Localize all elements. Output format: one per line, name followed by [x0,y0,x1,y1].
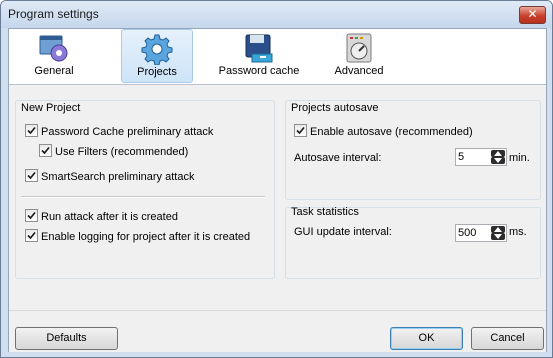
tab-general-label: General [34,65,74,77]
enable-logging-label: Enable logging for project after it is c… [41,231,251,243]
use-filters-label: Use Filters (recommended) [55,146,189,158]
projects-autosave-title: Projects autosave [291,102,379,114]
task-statistics-title: Task statistics [291,206,359,218]
title-bar[interactable]: Program settings ✕ [1,1,552,28]
new-project-title: New Project [21,102,81,114]
defaults-button[interactable]: Defaults [15,327,118,350]
gui-update-interval-label: GUI update interval: [294,226,392,238]
smartsearch-label: SmartSearch preliminary attack [41,171,195,183]
password-cache-attack-option[interactable]: Password Cache preliminary attack [25,124,213,138]
enable-autosave-checkbox[interactable] [294,124,307,137]
autosave-interval-unit: min. [509,152,530,164]
tab-general[interactable]: General [21,29,87,83]
ok-button[interactable]: OK [390,327,463,350]
enable-logging-option[interactable]: Enable logging for project after it is c… [25,229,250,243]
window-title: Program settings [8,7,99,21]
dialog-footer: Defaults OK Cancel [9,310,546,352]
control-panel-icon [343,32,375,64]
autosave-interval-spinner[interactable] [491,150,505,164]
close-button[interactable]: ✕ [519,6,546,24]
password-cache-checkbox[interactable] [25,124,38,137]
tab-advanced-label: Advanced [334,65,384,77]
smartsearch-checkbox[interactable] [25,169,38,182]
gui-update-interval-spinner[interactable] [491,226,505,240]
tab-password-cache[interactable]: Password cache [216,29,302,83]
autosave-interval-label: Autosave interval: [294,152,382,164]
smartsearch-attack-option[interactable]: SmartSearch preliminary attack [25,169,194,183]
enable-autosave-option[interactable]: Enable autosave (recommended) [294,124,473,138]
enable-logging-checkbox[interactable] [25,229,38,242]
spin-down-icon[interactable] [491,157,505,164]
tab-password-cache-label: Password cache [218,65,300,77]
spin-down-icon[interactable] [491,233,505,240]
use-filters-checkbox[interactable] [39,144,52,157]
tab-advanced[interactable]: Advanced [327,29,391,83]
tab-projects[interactable]: Projects [121,29,193,83]
autosave-interval-input[interactable] [458,150,488,164]
gui-update-interval-input[interactable] [458,226,488,240]
settings-toolbar: General Projects Password cache Advanced [9,29,546,85]
gui-update-interval-spinbox[interactable] [455,224,507,242]
spin-up-icon[interactable] [491,150,505,157]
dialog-client-area: General Projects Password cache Advanced… [8,28,547,352]
gui-update-interval-unit: ms. [509,226,527,238]
tab-projects-label: Projects [137,66,177,78]
group-separator [21,196,265,198]
spin-up-icon[interactable] [491,226,505,233]
password-cache-label: Password Cache preliminary attack [41,126,214,138]
floppy-drawer-icon [243,32,275,64]
autosave-interval-spinbox[interactable] [455,148,507,166]
cancel-button[interactable]: Cancel [471,327,544,350]
use-filters-option[interactable]: Use Filters (recommended) [39,144,188,158]
gear-window-icon [38,32,70,64]
gear-icon [141,33,173,66]
run-attack-option[interactable]: Run attack after it is created [25,209,178,223]
run-attack-checkbox[interactable] [25,209,38,222]
run-attack-label: Run attack after it is created [41,211,178,223]
enable-autosave-label: Enable autosave (recommended) [310,126,473,138]
program-settings-window: Program settings ✕ General Projects Pass… [0,0,553,358]
